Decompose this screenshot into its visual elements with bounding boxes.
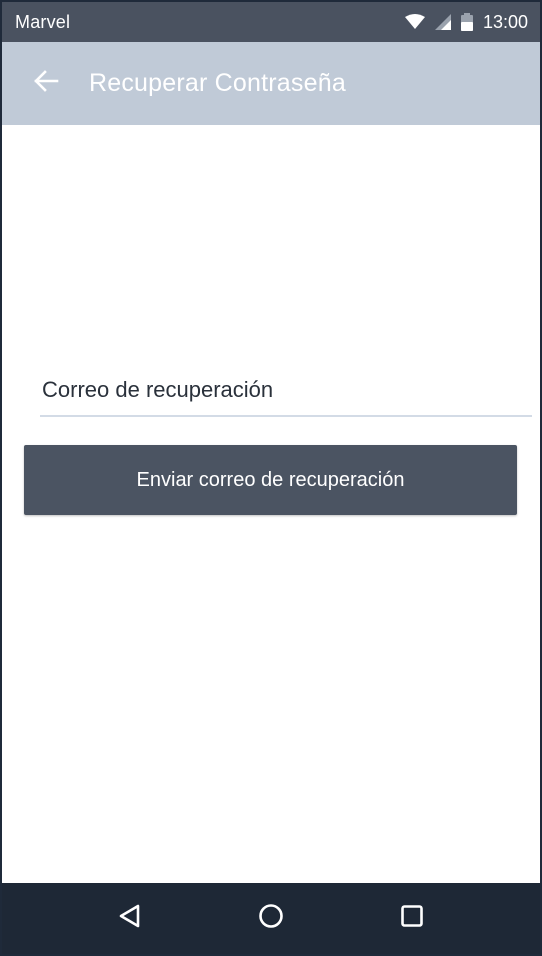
main-content: Enviar correo de recuperación: [2, 125, 540, 885]
status-icons: 13:00: [404, 11, 528, 33]
system-nav-bar: [2, 883, 540, 954]
back-triangle-icon: [118, 904, 142, 933]
back-button[interactable]: [16, 54, 76, 114]
wifi-icon: [404, 14, 425, 30]
recovery-email-input[interactable]: [40, 375, 532, 417]
nav-recents-button[interactable]: [382, 889, 442, 949]
nav-home-button[interactable]: [241, 889, 301, 949]
status-bar: Marvel 13:00: [2, 2, 540, 42]
app-bar: Recuperar Contraseña: [2, 42, 540, 125]
signal-icon: [434, 14, 451, 30]
send-recovery-email-button[interactable]: Enviar correo de recuperación: [24, 445, 517, 515]
phone-screen: Marvel 13:00 Recuperar Contraseña Correo…: [0, 0, 542, 956]
home-circle-icon: [258, 903, 284, 934]
status-time: 13:00: [482, 11, 528, 32]
recents-square-icon: [400, 904, 424, 933]
status-carrier: Marvel: [15, 11, 71, 32]
arrow-left-icon: [33, 70, 59, 97]
nav-back-button[interactable]: [100, 889, 160, 949]
battery-icon: [460, 13, 473, 31]
page-title: Recuperar Contraseña: [89, 69, 346, 97]
